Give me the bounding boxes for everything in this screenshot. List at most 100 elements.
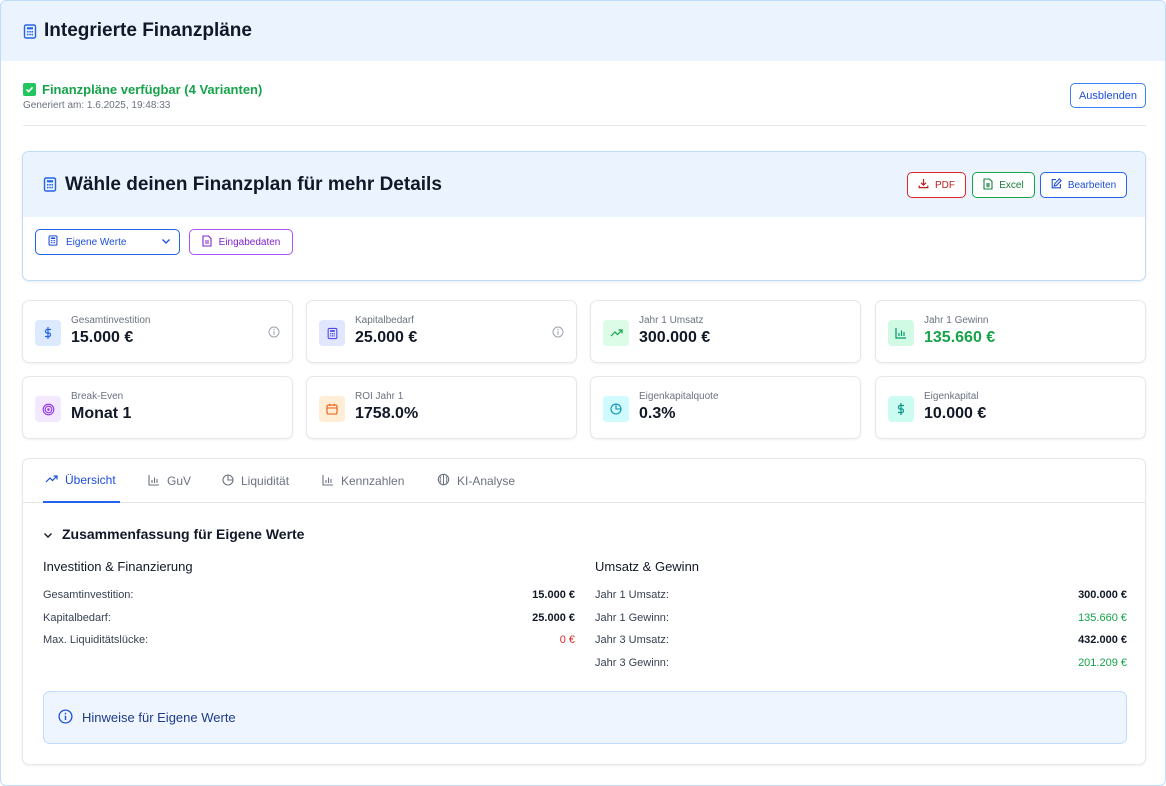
kpi-value: 1758.0% [355,405,419,422]
row-label: Jahr 1 Gewinn: [595,611,669,624]
list-item: Max. Liquiditätslücke: 0 € [43,634,575,657]
list-item: Jahr 1 Gewinn: 135.660 € [595,612,1127,635]
kpi-value: 25.000 € [355,329,418,346]
edit-icon [1051,178,1062,192]
input-data-label: Eingabedaten [218,236,281,248]
kpi-card-equity-ratio: Eigenkapitalquote 0.3% [590,376,861,439]
chevron-down-icon [161,237,171,248]
info-icon[interactable] [268,325,280,343]
kpi-value: 135.660 € [924,329,996,346]
target-icon [35,396,61,422]
kpi-card-capital-requirement: Kapitalbedarf 25.000 € [306,300,577,363]
brain-icon [437,473,450,489]
revenue-column: Umsatz & Gewinn Jahr 1 Umsatz: 300.000 €… [595,559,1127,679]
excel-label: Excel [999,179,1024,191]
kpi-label: Jahr 1 Umsatz [639,315,704,326]
column-heading: Investition & Finanzierung [43,559,193,574]
dollar-icon [35,320,61,346]
generated-timestamp: Generiert am: 1.6.2025, 19:48:33 [23,100,171,111]
calculator-icon [43,177,57,197]
row-value: 135.660 € [1078,611,1127,624]
page-header: Integrierte Finanzpläne [1,1,1165,61]
page-title: Integrierte Finanzpläne [44,20,252,41]
notes-panel[interactable]: Hinweise für Eigene Werte [43,691,1127,744]
row-label: Kapitalbedarf: [43,611,111,624]
document-icon [202,234,212,250]
trend-up-icon [603,320,629,346]
download-icon [918,178,929,192]
notes-title: Hinweise für Eigene Werte [82,710,236,725]
bar-chart-icon [888,320,914,346]
row-value: 432.000 € [1078,634,1127,646]
kpi-card-equity: Eigenkapital 10.000 € [875,376,1146,439]
row-label: Jahr 1 Umsatz: [595,589,669,601]
edit-label: Bearbeiten [1067,179,1117,191]
info-icon[interactable] [552,325,564,343]
list-item: Jahr 3 Gewinn: 201.209 € [595,657,1127,680]
kpi-card-year1-profit: Jahr 1 Gewinn 135.660 € [875,300,1146,363]
tab-label: Liquidität [241,474,290,488]
kpi-value: Monat 1 [71,405,132,422]
kpi-label: Jahr 1 Gewinn [924,315,989,326]
calendar-icon [319,396,345,422]
kpi-value: 300.000 € [639,329,711,346]
pie-chart-icon [222,473,234,489]
pdf-button[interactable]: PDF [907,172,966,198]
kpi-label: Kapitalbedarf [355,315,414,326]
chevron-down-icon [43,526,53,542]
dollar-icon [888,396,914,422]
check-icon [23,83,36,96]
divider [23,125,1146,126]
details-card: Übersicht GuV Liquidität Kennzahlen KI-A… [22,458,1146,765]
kpi-card-year1-revenue: Jahr 1 Umsatz 300.000 € [590,300,861,363]
kpi-value: 0.3% [639,405,676,422]
bar-chart-icon [322,474,334,489]
calculator-icon [319,320,345,346]
input-data-button[interactable]: Eingabedaten [189,229,293,255]
list-item: Jahr 3 Umsatz: 432.000 € [595,634,1127,657]
tab-guv[interactable]: GuV [148,459,191,503]
tab-label: Übersicht [65,473,116,487]
investment-column: Investition & Finanzierung Gesamtinvesti… [43,559,575,657]
row-value: 25.000 € [532,611,575,624]
pdf-label: PDF [935,179,955,191]
row-label: Max. Liquiditätslücke: [43,634,149,646]
summary-title: Zusammenfassung für Eigene Werte [62,526,305,542]
kpi-value: 15.000 € [71,329,134,346]
app-window: Integrierte Finanzpläne Finanzpläne verf… [0,0,1166,786]
kpi-label: Break-Even [71,391,124,402]
kpi-card-roi: ROI Jahr 1 1758.0% [306,376,577,439]
plan-select[interactable]: Eigene Werte [35,229,180,255]
row-value: 300.000 € [1078,589,1127,601]
tab-liquidity[interactable]: Liquidität [222,459,289,503]
plan-selection-card: Wähle deinen Finanzplan für mehr Details… [22,151,1146,281]
tab-overview[interactable]: Übersicht [43,459,120,503]
plan-card-title: Wähle deinen Finanzplan für mehr Details [65,174,442,195]
bar-chart-icon [148,474,160,489]
edit-button[interactable]: Bearbeiten [1040,172,1127,198]
row-value: 15.000 € [532,589,575,601]
list-item: Gesamtinvestition: 15.000 € [43,589,575,612]
excel-button[interactable]: Excel [972,172,1035,198]
kpi-value: 10.000 € [924,405,987,422]
kpi-label: Eigenkapital [924,391,979,402]
kpi-label: Eigenkapitalquote [639,391,719,402]
status-message: Finanzpläne verfügbar (4 Varianten) [42,82,263,97]
column-heading: Umsatz & Gewinn [595,559,700,574]
plan-card-header: Wähle deinen Finanzplan für mehr Details… [23,152,1145,217]
row-label: Gesamtinvestition: [43,589,134,601]
row-value: 0 € [559,634,575,646]
hide-button[interactable]: Ausblenden [1070,83,1146,108]
pie-chart-icon [603,396,629,422]
tab-ki-analyse[interactable]: KI-Analyse [437,459,515,503]
tab-kennzahlen[interactable]: Kennzahlen [322,459,404,503]
summary-toggle[interactable]: Zusammenfassung für Eigene Werte [43,526,304,542]
kpi-label: Gesamtinvestition [71,315,151,326]
status-block: Finanzpläne verfügbar (4 Varianten) Gene… [23,82,262,111]
row-label: Jahr 3 Gewinn: [595,656,669,669]
list-item: Kapitalbedarf: 25.000 € [43,612,575,635]
tab-label: GuV [167,474,192,488]
row-label: Jahr 3 Umsatz: [595,634,669,646]
spreadsheet-icon [983,177,993,193]
list-item: Jahr 1 Umsatz: 300.000 € [595,589,1127,612]
